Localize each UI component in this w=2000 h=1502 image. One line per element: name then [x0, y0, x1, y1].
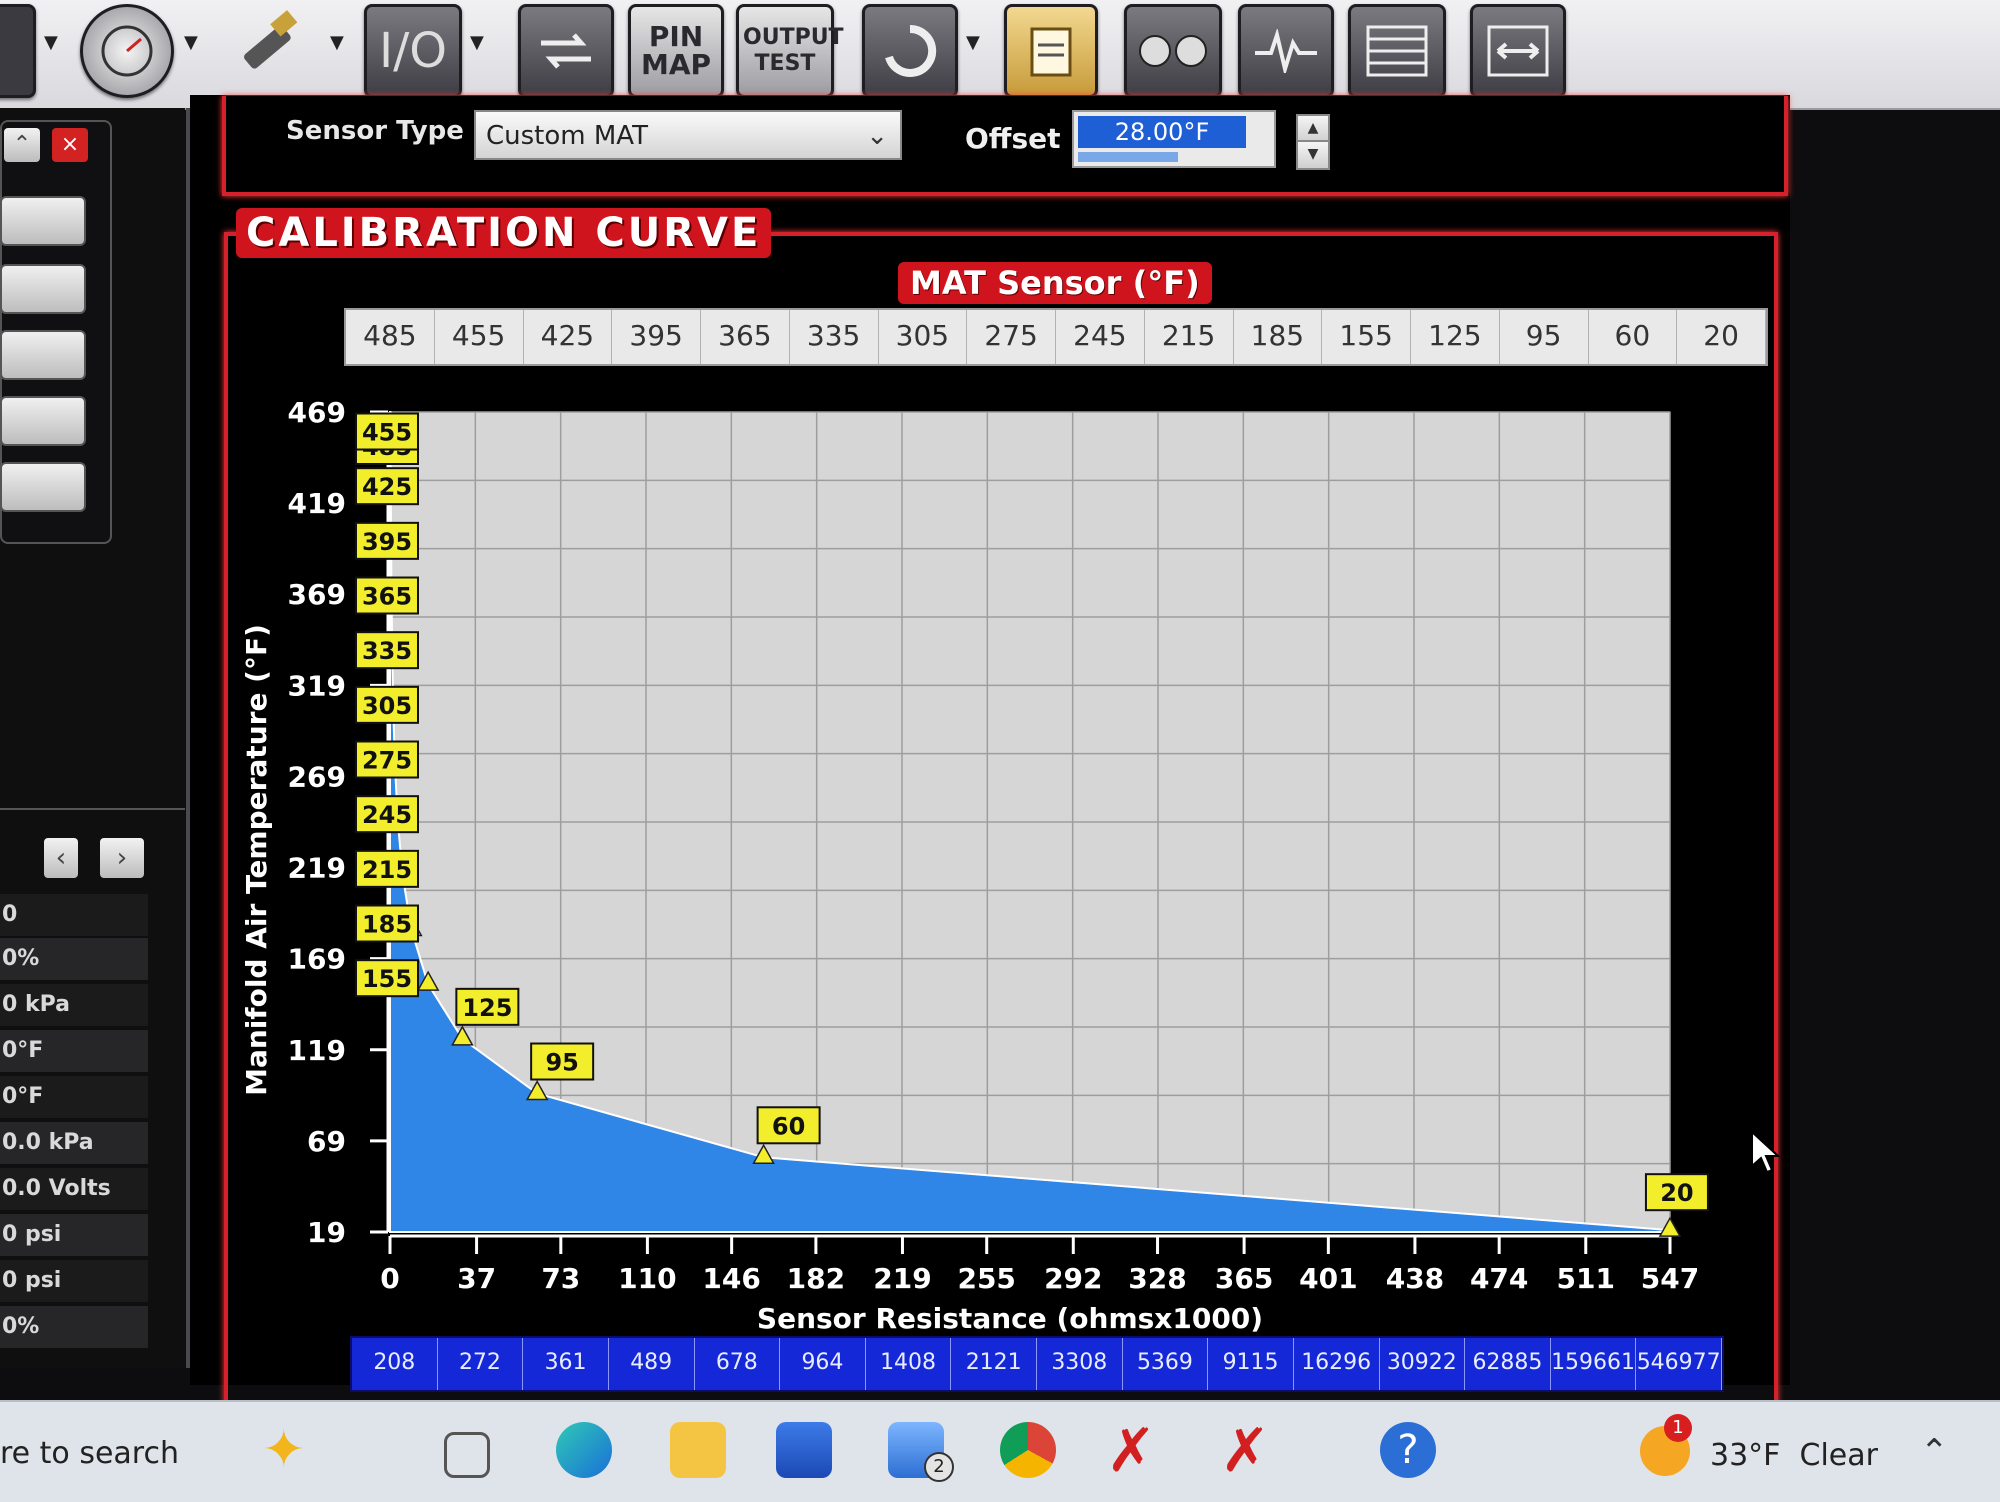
x-tick-label: 110	[618, 1262, 676, 1295]
resistance-cell[interactable]: 208	[352, 1338, 438, 1390]
resistance-cell[interactable]: 964	[780, 1338, 866, 1390]
x-tick-label: 474	[1470, 1262, 1528, 1295]
x-axis-label: Sensor Resistance (ohmsx1000)	[757, 1302, 1263, 1335]
data-label: 365	[362, 583, 412, 611]
x-tick-label: 255	[957, 1262, 1015, 1295]
y-tick-label: 369	[288, 578, 346, 611]
chrome-icon[interactable]	[1000, 1422, 1056, 1478]
file-explorer-icon[interactable]	[670, 1422, 726, 1478]
chevron-up-icon[interactable]: ⌃	[1920, 1432, 1949, 1472]
resistance-cell[interactable]: 159661	[1551, 1338, 1637, 1390]
x-tick-label: 328	[1128, 1262, 1186, 1295]
data-label: 185	[362, 911, 412, 939]
store-icon[interactable]	[776, 1422, 832, 1478]
notification-badge: 1	[1664, 1414, 1692, 1442]
data-label: 20	[1660, 1179, 1693, 1207]
resistance-cell[interactable]: 361	[523, 1338, 609, 1390]
y-tick-label: 219	[288, 852, 346, 885]
data-label: 305	[362, 692, 412, 720]
data-label: 245	[362, 801, 412, 829]
data-label: 275	[362, 747, 412, 775]
resistance-cell[interactable]: 272	[438, 1338, 524, 1390]
x-tick-label: 438	[1386, 1262, 1444, 1295]
data-label: 395	[362, 528, 412, 556]
mail-badge: 2	[924, 1452, 954, 1482]
x-tick-label: 511	[1557, 1262, 1615, 1295]
resistance-cell[interactable]: 62885	[1465, 1338, 1551, 1390]
data-label: 155	[362, 965, 412, 993]
edge-icon[interactable]	[556, 1422, 612, 1478]
data-label: 60	[772, 1112, 805, 1140]
y-tick-label: 69	[307, 1125, 346, 1158]
resistance-cell[interactable]: 489	[609, 1338, 695, 1390]
help-icon[interactable]: ?	[1380, 1422, 1436, 1478]
task-view-icon[interactable]	[444, 1432, 490, 1478]
weather-text: 33°F Clear	[1710, 1438, 1878, 1473]
x-tick-label: 547	[1641, 1262, 1699, 1295]
resistance-cell[interactable]: 5369	[1123, 1338, 1209, 1390]
x-tick-label: 292	[1044, 1262, 1102, 1295]
y-tick-label: 119	[288, 1034, 346, 1067]
resistance-cell[interactable]: 678	[695, 1338, 781, 1390]
app-x3-icon[interactable]: ✗	[1220, 1416, 1270, 1486]
x-tick-label: 182	[787, 1262, 845, 1295]
resistance-cell[interactable]: 546977	[1636, 1338, 1722, 1390]
resistance-cell[interactable]: 2121	[951, 1338, 1037, 1390]
copilot-sparkle-icon[interactable]: ✦	[262, 1420, 306, 1480]
cursor-icon	[1751, 1130, 1780, 1174]
search-box[interactable]: re to search	[0, 1436, 179, 1471]
x-tick-label: 365	[1215, 1262, 1273, 1295]
x-tick-label: 0	[380, 1262, 399, 1295]
resistance-cell[interactable]: 9115	[1208, 1338, 1294, 1390]
x-tick-label: 146	[702, 1262, 760, 1295]
resistance-row: 208 272 361 489 678 964 1408 2121 3308 5369 9115 16…	[350, 1336, 1724, 1392]
y-tick-label: 19	[307, 1216, 346, 1249]
data-label: 215	[362, 856, 412, 884]
y-tick-label: 269	[288, 760, 346, 793]
y-tick-label: 319	[288, 669, 346, 702]
app-x-icon[interactable]: ✗	[1106, 1416, 1156, 1486]
data-label: 335	[362, 637, 412, 665]
resistance-cell[interactable]: 3308	[1037, 1338, 1123, 1390]
x-tick-label: 73	[541, 1262, 580, 1295]
data-label: 425	[362, 473, 412, 501]
resistance-cell[interactable]: 16296	[1294, 1338, 1380, 1390]
taskbar: re to search ✦ 2 ✗ ✗ ? 1 33°F Clear ⌃	[0, 1400, 2000, 1502]
x-tick-label: 401	[1299, 1262, 1357, 1295]
resistance-cell[interactable]: 30922	[1380, 1338, 1466, 1390]
resistance-cell[interactable]: 1408	[866, 1338, 952, 1390]
y-tick-label: 169	[288, 943, 346, 976]
data-label: 95	[545, 1049, 578, 1077]
data-label: 455	[362, 419, 412, 447]
y-tick-label: 469	[288, 396, 346, 429]
x-tick-label: 219	[873, 1262, 931, 1295]
y-axis-label: Manifold Air Temperature (°F)	[240, 624, 273, 1096]
y-tick-label: 419	[288, 487, 346, 520]
x-tick-label: 37	[457, 1262, 496, 1295]
data-label: 125	[462, 994, 512, 1022]
calibration-chart: 19 69 119 169 219 269 319 369 419 469 0 37 73 110 146 1…	[240, 396, 1709, 1335]
mail-icon[interactable]: 2	[888, 1422, 954, 1482]
